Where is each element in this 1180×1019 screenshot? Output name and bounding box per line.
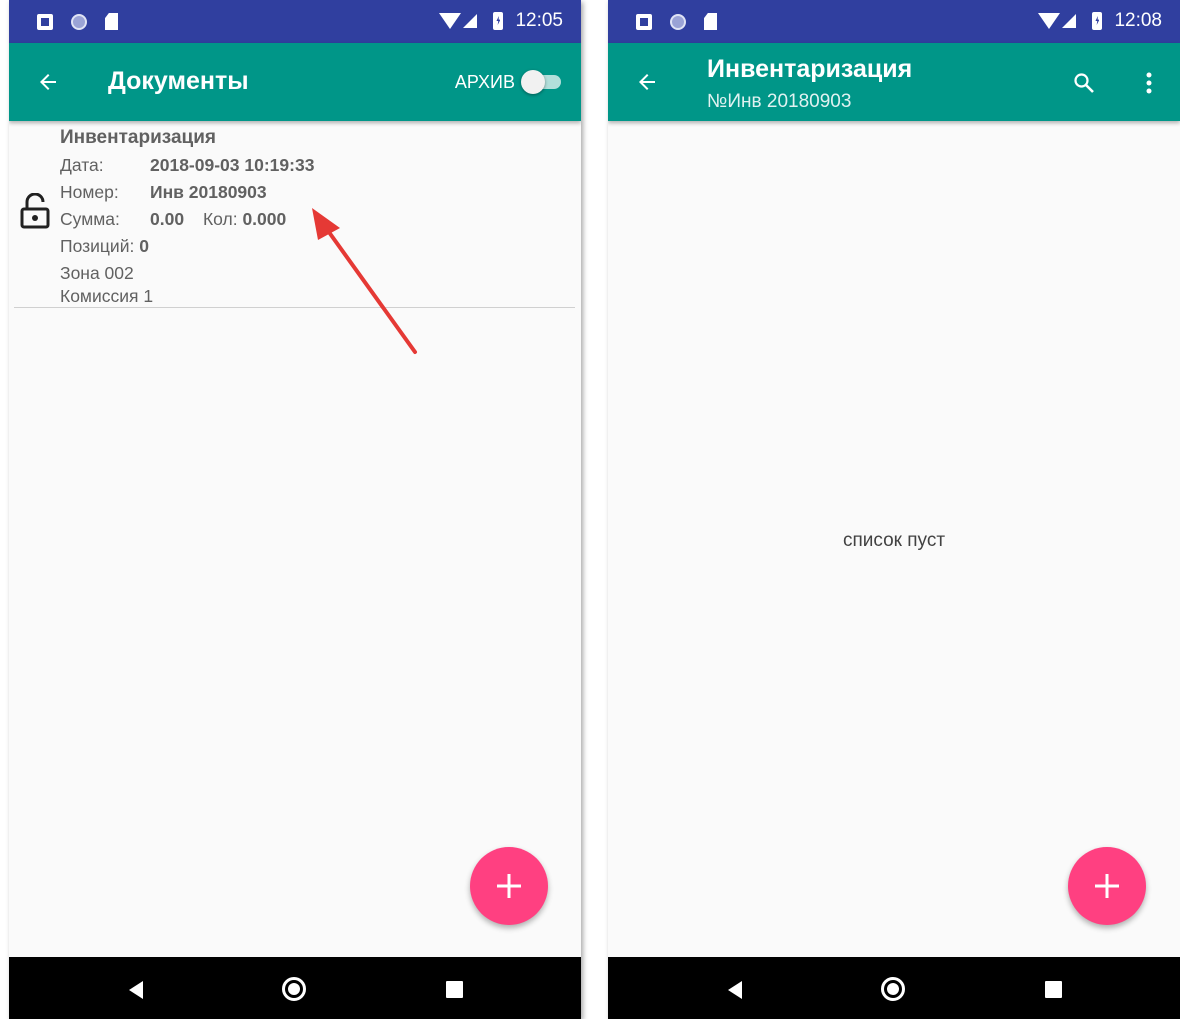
nav-recents-button[interactable] bbox=[446, 981, 463, 998]
app-bar: Документы АРХИВ bbox=[9, 43, 581, 121]
arrow-back-icon bbox=[639, 74, 655, 90]
qty-label: Кол: bbox=[202, 209, 238, 229]
sd-card-icon bbox=[704, 13, 717, 30]
status-bar: 12:05 bbox=[9, 0, 581, 43]
archive-switch[interactable] bbox=[519, 69, 565, 95]
archive-label: АРХИВ bbox=[454, 71, 515, 92]
empty-list-message: список пуст bbox=[842, 530, 946, 551]
signal-icon bbox=[463, 14, 478, 28]
search-button[interactable] bbox=[1064, 63, 1104, 103]
nav-home-button[interactable] bbox=[282, 977, 306, 1001]
signal-icon bbox=[1062, 14, 1077, 28]
app-bar: Инвентаризация №Инв 20180903 bbox=[608, 43, 1180, 121]
number-label: Номер: bbox=[60, 182, 119, 202]
page-title: Инвентаризация bbox=[707, 55, 913, 83]
status-time: 12:08 bbox=[1114, 10, 1162, 31]
commission-text: Комиссия 1 bbox=[60, 286, 154, 306]
documents-screen: 12:05 Документы АРХИВ Инвентаризация Дат… bbox=[9, 0, 581, 1019]
battery-icon bbox=[493, 12, 504, 30]
notification-circle-icon bbox=[71, 13, 87, 30]
date-label: Дата: bbox=[60, 155, 104, 175]
positions-label: Позиций: bbox=[60, 236, 135, 256]
page-title: Документы bbox=[108, 67, 249, 95]
more-vert-icon bbox=[1146, 72, 1152, 94]
nav-recents-button[interactable] bbox=[1045, 981, 1062, 998]
notification-a-icon bbox=[37, 13, 53, 30]
system-nav-bar bbox=[9, 957, 581, 1019]
sum-value: 0.00 bbox=[150, 209, 185, 229]
wifi-icon bbox=[1038, 13, 1061, 29]
back-button[interactable] bbox=[27, 61, 69, 103]
switch-thumb bbox=[521, 70, 545, 94]
inventory-screen: 12:08 Инвентаризация №Инв 20180903 списо… bbox=[608, 0, 1180, 1019]
more-options-button[interactable] bbox=[1129, 63, 1169, 103]
plus-icon bbox=[497, 874, 521, 898]
sum-label: Сумма: bbox=[60, 209, 120, 229]
archive-toggle-group: АРХИВ bbox=[455, 69, 565, 95]
zone-text: Зона 002 bbox=[60, 263, 134, 283]
number-row: Номер: Инв 20180903 bbox=[60, 182, 267, 203]
search-icon bbox=[1074, 73, 1094, 93]
system-nav-bar bbox=[608, 957, 1180, 1019]
lock-open-icon bbox=[20, 193, 50, 229]
positions-row: Позиций: 0 bbox=[60, 236, 149, 257]
add-item-button[interactable] bbox=[1068, 847, 1146, 925]
nav-home-button[interactable] bbox=[881, 977, 905, 1001]
document-type: Инвентаризация bbox=[60, 127, 216, 148]
page-subtitle: №Инв 20180903 bbox=[707, 91, 852, 112]
positions-value: 0 bbox=[139, 236, 149, 256]
number-value: Инв 20180903 bbox=[150, 182, 267, 202]
sum-row: Сумма: 0.00 Кол: 0.000 bbox=[60, 209, 286, 230]
wifi-icon bbox=[439, 13, 462, 29]
date-value: 2018-09-03 10:19:33 bbox=[150, 155, 315, 175]
add-document-button[interactable] bbox=[470, 847, 548, 925]
back-button[interactable] bbox=[626, 61, 668, 103]
notification-circle-icon bbox=[670, 13, 686, 30]
sd-card-icon bbox=[105, 13, 118, 30]
notification-a-icon bbox=[636, 13, 652, 30]
plus-icon bbox=[1095, 874, 1119, 898]
status-bar: 12:08 bbox=[608, 0, 1180, 43]
battery-icon bbox=[1092, 12, 1103, 30]
nav-back-button[interactable] bbox=[728, 981, 742, 999]
nav-back-button[interactable] bbox=[129, 981, 143, 999]
document-list-item[interactable]: Инвентаризация Дата: 2018-09-03 10:19:33 … bbox=[14, 121, 575, 308]
status-time: 12:05 bbox=[515, 10, 563, 31]
qty-value: 0.000 bbox=[242, 209, 287, 229]
date-row: Дата: 2018-09-03 10:19:33 bbox=[60, 155, 314, 176]
arrow-back-icon bbox=[40, 74, 56, 90]
